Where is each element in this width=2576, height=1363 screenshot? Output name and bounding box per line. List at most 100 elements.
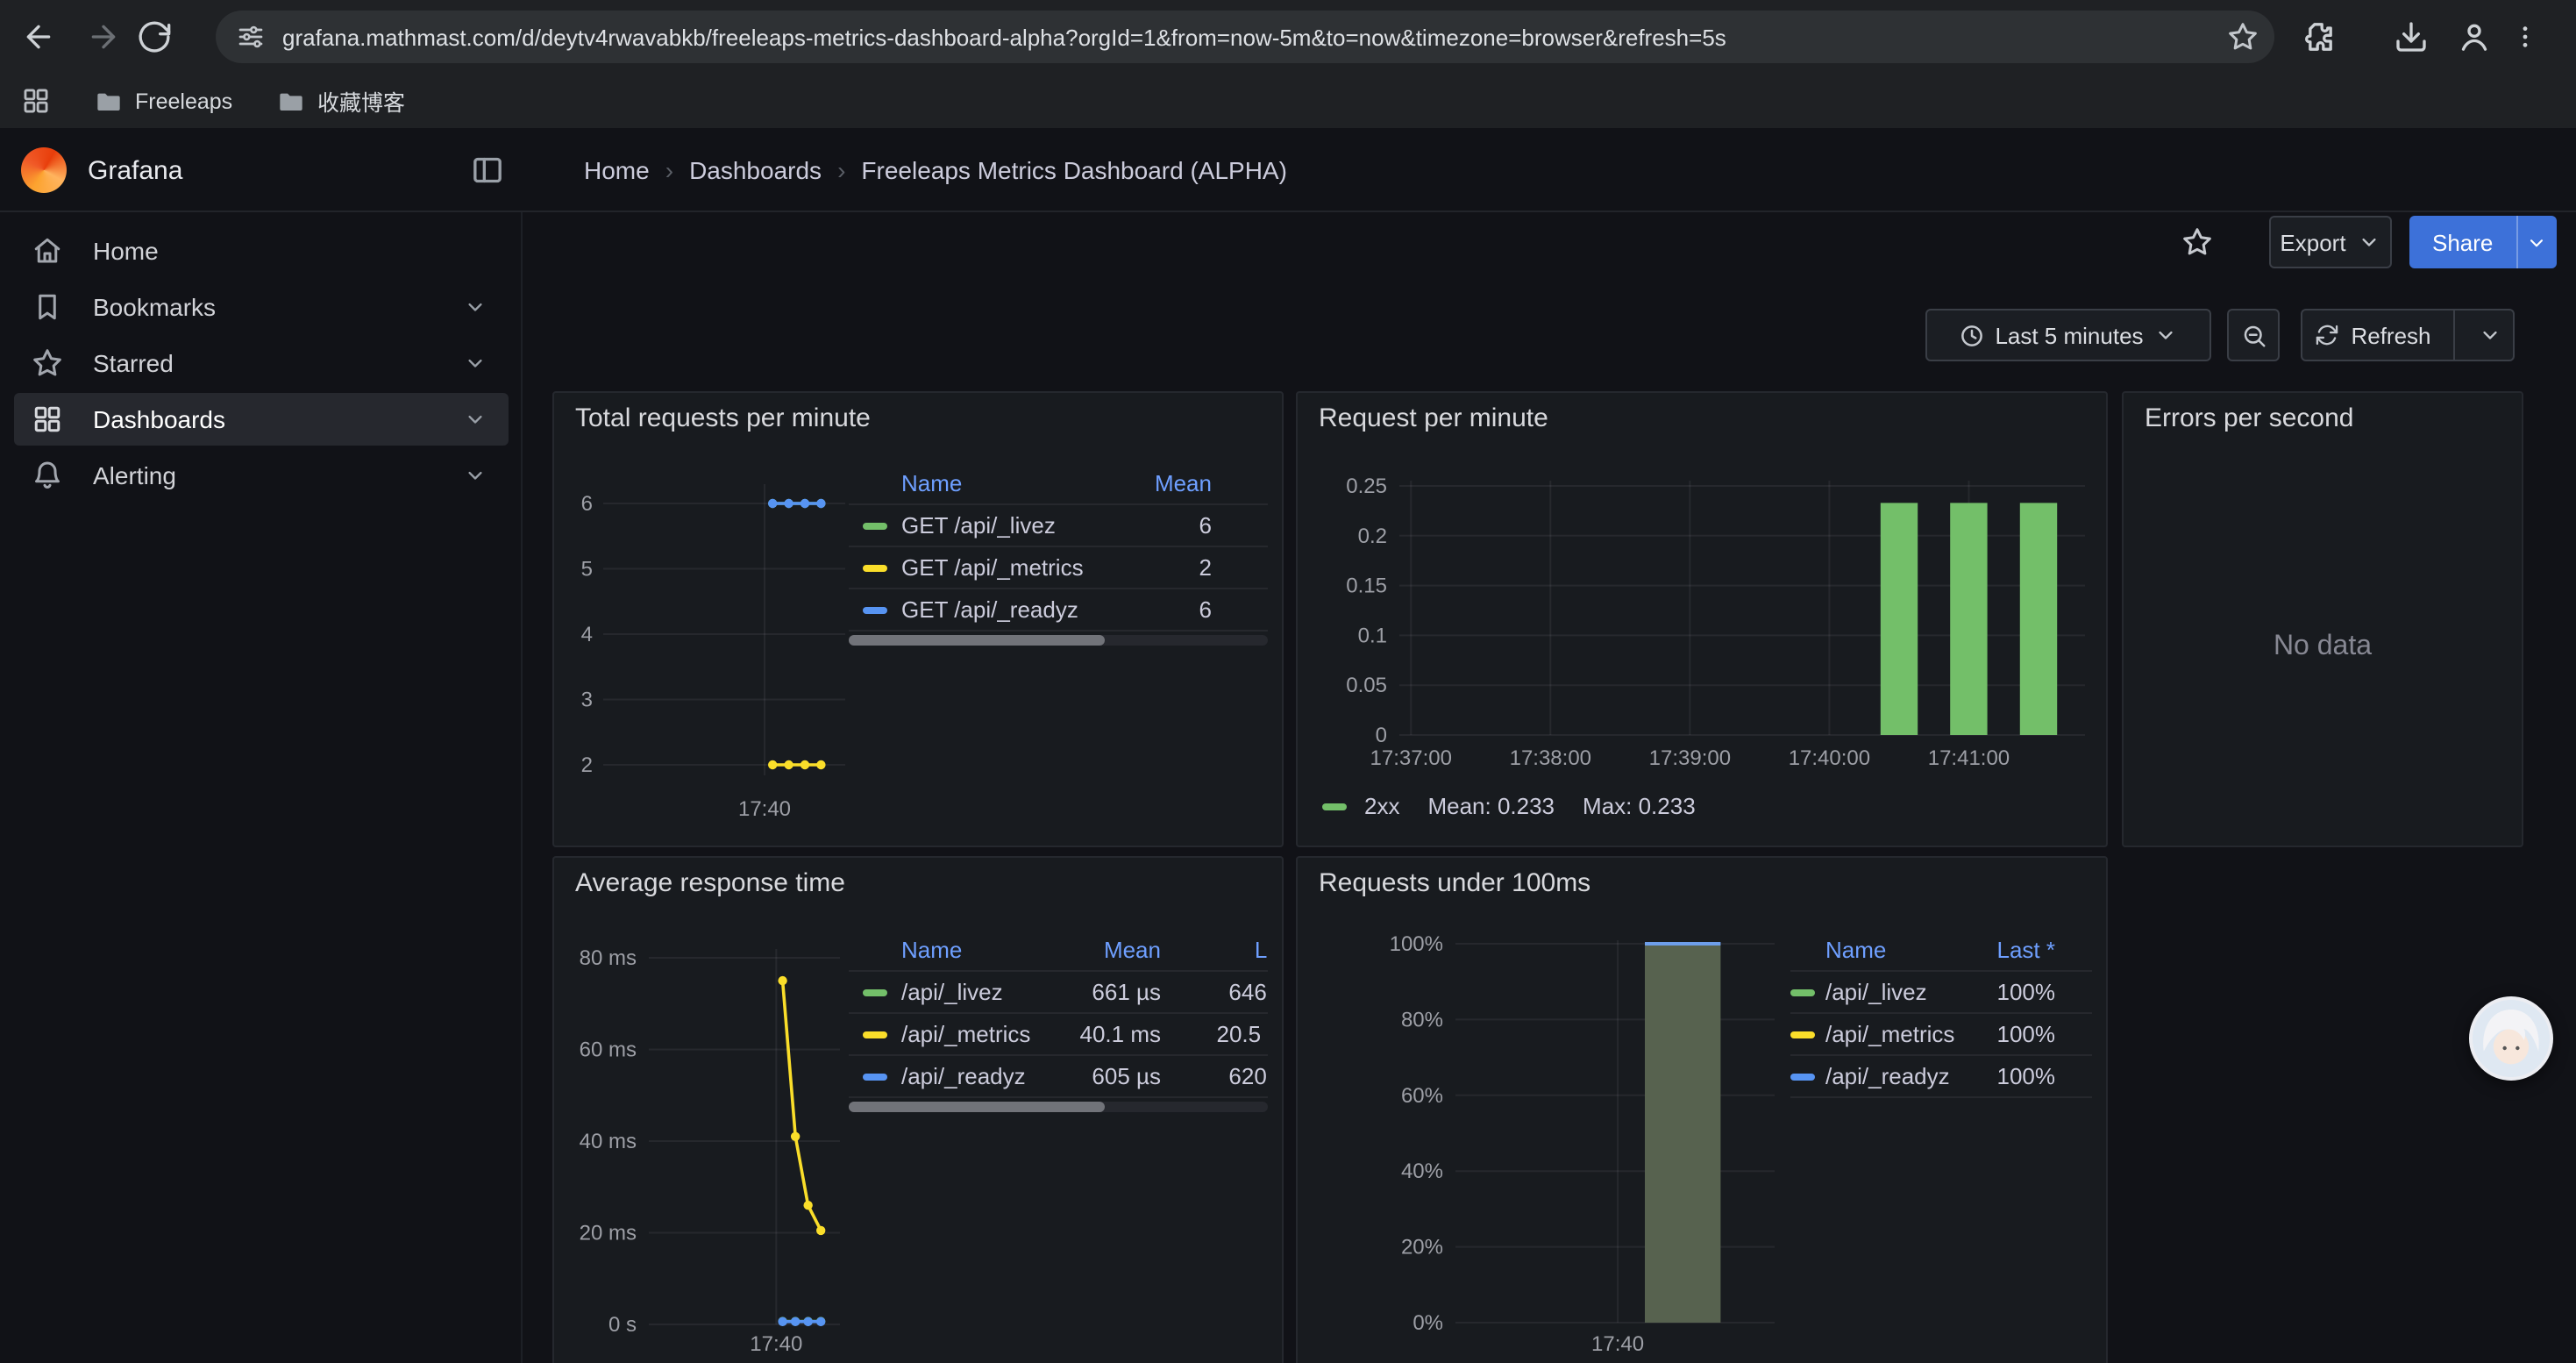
chevron-down-icon[interactable] — [463, 295, 487, 319]
extensions-icon[interactable] — [2301, 19, 2336, 54]
panel-title[interactable]: Requests under 100ms — [1298, 858, 1590, 910]
svg-text:0.15: 0.15 — [1346, 574, 1387, 598]
legend-value: 620 µs — [849, 1056, 1268, 1096]
dock-menu-icon[interactable] — [470, 153, 505, 188]
export-button[interactable]: Export — [2269, 216, 2392, 268]
svg-text:6: 6 — [581, 492, 593, 516]
legend-header: NameMean — [849, 463, 1268, 505]
star-icon — [32, 347, 63, 379]
panel-title[interactable]: Total requests per minute — [554, 393, 871, 446]
sidebar-item-home[interactable]: Home — [14, 225, 509, 277]
svg-text:60 ms: 60 ms — [580, 1038, 637, 1062]
sidebar-item-label: Bookmarks — [93, 291, 216, 323]
scrollbar-thumb[interactable] — [849, 1102, 1105, 1112]
no-data-text: No data — [2124, 632, 2522, 663]
svg-text:17:40:00: 17:40:00 — [1789, 746, 1870, 770]
legend-scrollbar[interactable] — [849, 1102, 1268, 1112]
svg-text:17:39:00: 17:39:00 — [1649, 746, 1731, 770]
sidebar-item-dashboards[interactable]: Dashboards — [14, 393, 509, 446]
request-per-minute-chart[interactable]: 00.050.10.150.20.2517:37:0017:38:0017:39… — [1298, 393, 2110, 849]
panel-requests-under-100ms: 0%20%40%60%80%100%17:40 Requests under 1… — [1296, 856, 2108, 1363]
apps-grid-icon[interactable] — [21, 86, 51, 116]
favorite-star-icon[interactable] — [2181, 226, 2213, 258]
url-text: grafana.mathmast.com/d/deytv4rwavabkb/fr… — [282, 24, 1726, 50]
breadcrumb-item[interactable]: Dashboards — [689, 156, 822, 184]
legend-value: 100% — [1790, 1014, 2055, 1054]
legend-max: Max: 0.233 — [1583, 793, 1696, 819]
legend-row: GET /api/_livez6 — [849, 505, 1268, 547]
breadcrumb-separator: › — [837, 156, 845, 184]
legend-row: /api/_livez100% — [1790, 972, 2092, 1014]
breadcrumb-item: Freeleaps Metrics Dashboard (ALPHA) — [861, 156, 1287, 184]
screen: grafana.mathmast.com/d/deytv4rwavabkb/fr… — [0, 0, 2576, 1363]
legend-table: NameMeanGET /api/_livez6GET /api/_metric… — [849, 463, 1268, 653]
legend-col-2[interactable]: Last — [849, 930, 1268, 970]
time-range-picker[interactable]: Last 5 minutes — [1925, 309, 2211, 361]
refresh-button[interactable]: Refresh — [2302, 322, 2443, 348]
refresh-interval-button[interactable] — [2466, 310, 2513, 360]
site-settings-icon[interactable] — [237, 23, 265, 51]
browser-menu-icon[interactable] — [2511, 19, 2539, 54]
share-button[interactable]: Share — [2409, 216, 2516, 268]
address-bar[interactable]: grafana.mathmast.com/d/deytv4rwavabkb/fr… — [216, 11, 2274, 63]
scrollbar-thumb[interactable] — [849, 635, 1105, 646]
sidebar-item-label: Alerting — [93, 460, 176, 491]
svg-text:4: 4 — [581, 623, 593, 646]
legend-value: 20.5 ms — [849, 1014, 1268, 1054]
svg-text:17:37:00: 17:37:00 — [1370, 746, 1452, 770]
svg-text:0: 0 — [1376, 724, 1387, 747]
sidebar-item-bookmarks[interactable]: Bookmarks — [14, 281, 509, 333]
panel-title[interactable]: Request per minute — [1298, 393, 1548, 446]
svg-text:0.25: 0.25 — [1346, 475, 1387, 498]
downloads-icon[interactable] — [2394, 19, 2429, 54]
sidebar-item-starred[interactable]: Starred — [14, 337, 509, 389]
svg-text:5: 5 — [581, 558, 593, 582]
svg-text:0%: 0% — [1413, 1311, 1443, 1335]
legend-header: NameMeanLast — [849, 930, 1268, 972]
svg-text:2: 2 — [581, 753, 593, 777]
chevron-down-icon[interactable] — [463, 351, 487, 375]
panel-errors-per-second: Errors per second No data — [2122, 391, 2523, 847]
dashboard-main: Export Share Last 5 minutes Refresh — [523, 212, 2576, 1363]
profile-icon[interactable] — [2457, 19, 2492, 54]
assistant-avatar[interactable] — [2469, 996, 2553, 1081]
legend-scrollbar[interactable] — [849, 635, 1268, 646]
svg-text:0 s: 0 s — [608, 1313, 637, 1337]
svg-text:20 ms: 20 ms — [580, 1222, 637, 1245]
grafana-logo[interactable] — [21, 147, 67, 193]
series-color-swatch — [1322, 803, 1347, 810]
clock-icon — [1958, 322, 1984, 348]
share-menu-button[interactable] — [2516, 216, 2556, 268]
legend-header: NameLast * — [1790, 930, 2092, 972]
reload-icon[interactable] — [137, 19, 172, 54]
legend-table: NameLast */api/_livez100%/api/_metrics10… — [1790, 930, 2092, 1119]
sidebar-item-alerting[interactable]: Alerting — [14, 449, 509, 502]
chevron-down-icon — [2357, 230, 2381, 254]
sidebar: Home Bookmarks StarredDashboards Alerting — [0, 212, 523, 1363]
bookmark-item[interactable]: 收藏博客 — [277, 82, 405, 119]
panel-title[interactable]: Errors per second — [2124, 393, 2353, 446]
legend-row: /api/_readyz100% — [1790, 1056, 2092, 1098]
legend-col-1[interactable]: Mean — [849, 463, 1212, 503]
brand-text: Grafana — [88, 156, 182, 186]
grafana-header: Home›Dashboards›Freeleaps Metrics Dashbo… — [0, 128, 2576, 212]
breadcrumb-item[interactable]: Home — [584, 156, 650, 184]
bookmark-star-icon[interactable] — [2227, 21, 2259, 53]
chevron-down-icon[interactable] — [463, 407, 487, 432]
zoom-out-icon — [2240, 322, 2266, 348]
chevron-down-icon[interactable] — [463, 463, 487, 488]
legend-series-name[interactable]: 2xx — [1364, 793, 1399, 819]
legend-row: /api/_metrics40.1 ms20.5 ms — [849, 1014, 1268, 1056]
share-button-group: Share — [2409, 216, 2556, 268]
bell-icon — [32, 460, 63, 491]
zoom-out-button[interactable] — [2227, 309, 2280, 361]
legend-mean: Mean: 0.233 — [1427, 793, 1555, 819]
forward-icon[interactable] — [86, 19, 121, 54]
back-icon[interactable] — [21, 19, 56, 54]
bookmark-item[interactable]: Freeleaps — [95, 82, 232, 119]
panel-average-response-time: 0 s20 ms40 ms60 ms80 ms17:40 Average res… — [552, 856, 1284, 1363]
legend-col-1[interactable]: Last * — [1790, 930, 2055, 970]
bookmark-icon — [32, 291, 63, 323]
panel-title[interactable]: Average response time — [554, 858, 845, 910]
chevron-down-icon — [2477, 323, 2501, 347]
